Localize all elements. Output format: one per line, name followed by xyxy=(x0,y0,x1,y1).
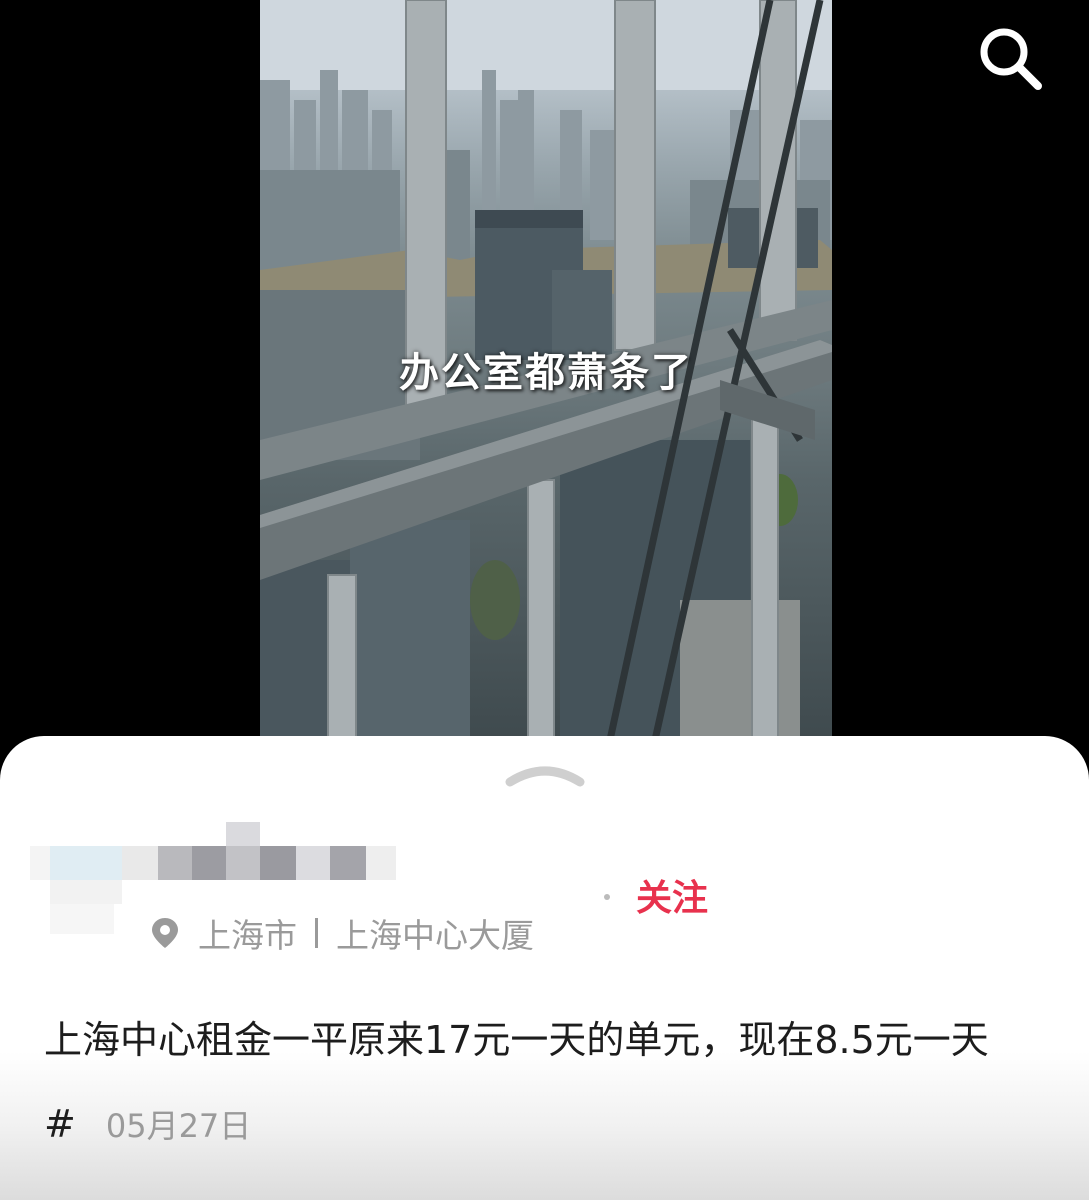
video-caption: 办公室都萧条了 xyxy=(399,350,693,396)
follow-button[interactable]: 关注 xyxy=(628,874,716,924)
expand-handle[interactable] xyxy=(504,754,586,790)
search-button[interactable] xyxy=(974,22,1046,94)
separator-dot xyxy=(604,894,610,900)
location-place: 上海中心大厦 xyxy=(336,916,534,955)
screen: 办公室都萧条了 关注 上海市 上海中心大厦 上海中心租金一平原来17元一天的单元… xyxy=(0,0,1089,1200)
post-description: 上海中心租金一平原来17元一天的单元，现在8.5元一天# 05月27日 xyxy=(44,998,1054,1168)
search-icon xyxy=(980,28,1042,90)
location-pin-icon xyxy=(152,918,178,948)
video-player[interactable]: 办公室都萧条了 xyxy=(260,0,832,740)
post-date: 05月27日 xyxy=(105,1107,252,1145)
location-divider xyxy=(315,918,318,948)
chevron-up-icon xyxy=(505,766,585,787)
location-tag[interactable]: 上海市 上海中心大厦 xyxy=(150,910,534,956)
post-detail-sheet: 关注 上海市 上海中心大厦 上海中心租金一平原来17元一天的单元，现在8.5元一… xyxy=(0,736,1089,1200)
location-city: 上海市 xyxy=(198,916,297,955)
